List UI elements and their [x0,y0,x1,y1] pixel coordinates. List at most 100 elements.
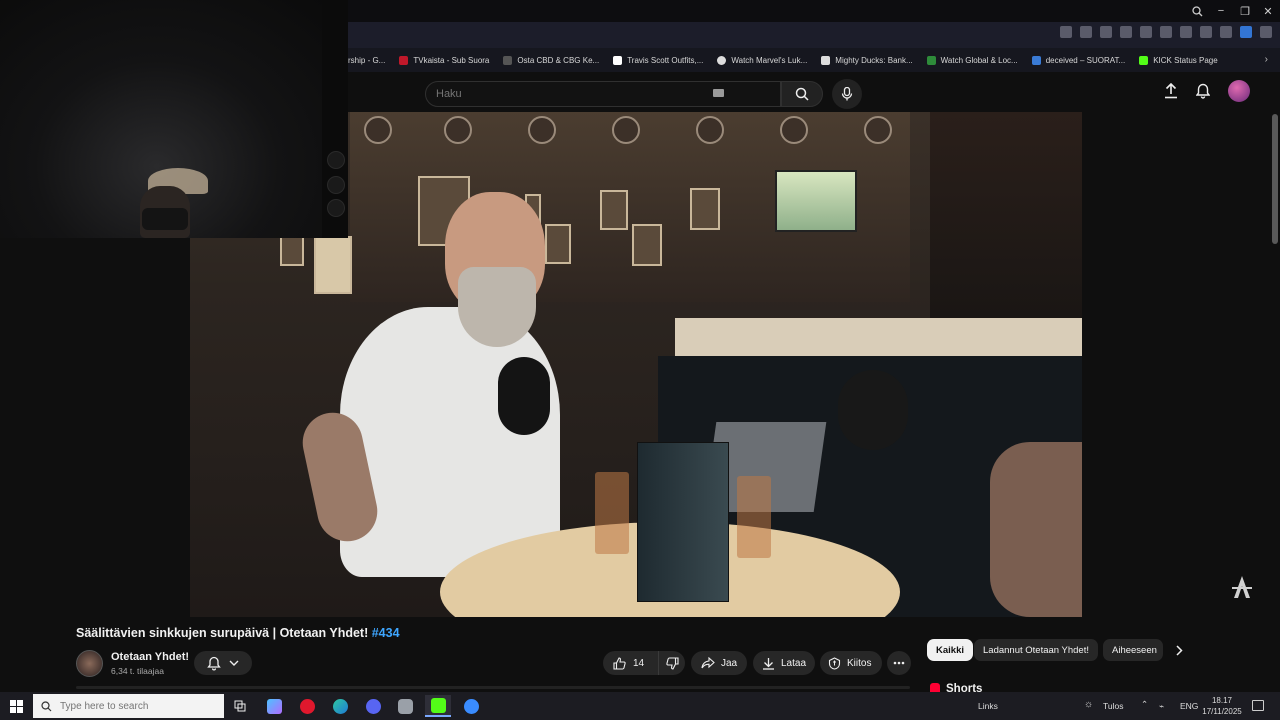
restore-button[interactable]: ❐ [1233,0,1257,22]
taskbar-app-edge[interactable] [327,695,353,717]
download-icon[interactable] [1180,26,1192,38]
search-box [425,81,781,107]
bookmark-item[interactable]: Mighty Ducks: Bank... [821,55,913,65]
network-icon[interactable]: ⌁ [1159,701,1164,712]
webcam-overlay [0,0,348,238]
chip-related[interactable]: Aiheeseen [1103,639,1163,661]
cube-icon[interactable] [1260,26,1272,38]
kick-icon [430,697,446,713]
chips-next-button[interactable] [1168,640,1190,660]
language-indicator[interactable]: ENG [1180,701,1198,711]
bookmark-item[interactable]: deceived – SUORAT... [1031,55,1125,65]
extension-icons [1060,26,1272,38]
bookmark-item[interactable]: Watch Marvel's Luk... [717,55,807,65]
channel-name[interactable]: Otetaan Yhdet! [111,651,189,663]
task-view-button[interactable] [227,695,253,717]
site-icon [717,55,727,65]
clock-time: 18.17 [1211,696,1233,705]
shield-icon [397,698,413,714]
notification-center-icon[interactable] [1252,700,1264,711]
channel-avatar[interactable] [76,650,103,677]
taskbar-clock[interactable]: 18.17 17/11/2025 [1200,695,1244,717]
subscriber-count: 6,34 t. tilaajaa [111,666,164,676]
upload-icon[interactable] [1164,83,1178,99]
search-icon[interactable] [1185,0,1209,22]
windows-taskbar: Links ☼ Tulos ⌃ ⌁ ENG 18.17 17/11/2025 [0,692,1280,720]
search-button[interactable] [781,81,823,107]
lock-icon[interactable] [1220,26,1232,38]
chip-uploaded-by[interactable]: Ladannut Otetaan Yhdet! [974,639,1098,661]
download-button[interactable]: Lataa [753,651,815,675]
chevron-right-icon[interactable]: › [1265,54,1268,65]
bookmark-item[interactable]: rship - G... [348,56,385,65]
microphone-icon [841,87,853,101]
video-title: Säälittävien sinkkujen surupäivä | Oteta… [76,626,400,640]
clock-date: 17/11/2025 [1202,707,1242,716]
links-toolbar[interactable]: Links [978,701,998,711]
bookmark-item[interactable]: Watch Global & Loc... [926,55,1018,65]
taskbar-search-input[interactable] [60,700,220,712]
subscribed-notifications-button[interactable] [194,651,252,675]
description-box-edge [76,686,910,689]
bookmarks-bar: rship - G... TVkaista - Sub Suora Osta C… [348,48,1280,72]
extension-icon[interactable] [1120,26,1132,38]
taskbar-app-shield[interactable] [392,695,418,717]
browser-toolbar [348,22,1280,48]
bookmark-item[interactable]: TVkaista - Sub Suora [399,55,489,65]
taskbar-app-opera[interactable] [294,695,320,717]
page-icon [613,55,623,65]
weather-label[interactable]: Tulos [1103,701,1123,711]
bookmark-item[interactable]: KICK Status Page [1139,55,1218,65]
watermark-logo-icon [1232,576,1252,598]
task-view-icon [234,700,246,712]
bookmark-item[interactable]: Osta CBD & CBG Ke... [503,55,599,65]
chevron-up-icon[interactable]: ⌃ [1141,699,1148,710]
opera-icon [299,698,315,714]
share-icon [701,657,715,669]
taskbar-app-browser[interactable] [458,695,484,717]
tvkaista-icon [399,55,409,65]
like-count: 14 [633,657,645,669]
edit-icon[interactable] [1060,26,1072,38]
voice-search-button[interactable] [832,79,862,109]
heart-icon[interactable] [1160,26,1172,38]
chevron-down-icon [229,660,239,666]
windows-logo-icon [9,699,23,713]
start-button[interactable] [0,692,32,720]
site-icon [821,55,831,65]
thumbs-down-icon [665,656,679,670]
bookmark-item[interactable]: Travis Scott Outfits,... [613,55,703,65]
dislike-button[interactable] [659,651,685,675]
translate-icon[interactable] [1240,26,1252,38]
close-button[interactable]: ✕ [1256,0,1280,22]
minimize-button[interactable]: − [1209,0,1233,22]
page-scrollbar[interactable] [1272,114,1278,244]
like-dislike-group: 14 [603,651,685,675]
hashtag-link[interactable]: #434 [372,626,400,640]
search-icon [41,700,52,711]
site-icon [926,55,936,65]
search-icon [795,87,809,101]
more-horizontal-icon [893,661,905,665]
menu-icon[interactable] [1200,26,1212,38]
like-button[interactable]: 14 [603,651,659,675]
keyboard-icon[interactable] [713,89,724,97]
youtube-header [348,72,1280,114]
shield-icon[interactable] [1100,26,1112,38]
more-actions-button[interactable] [887,651,911,675]
discord-icon [365,698,381,714]
taskbar-app-kick[interactable] [425,695,451,717]
widgets-icon [266,698,282,714]
thanks-button[interactable]: Kiitos [820,651,882,675]
camera-icon[interactable] [1080,26,1092,38]
chip-all[interactable]: Kaikki [927,639,973,661]
bell-icon[interactable] [1196,83,1210,99]
weather-icon[interactable]: ☼ [1084,699,1093,710]
edge-icon [332,698,348,714]
taskbar-app-widgets[interactable] [261,695,287,717]
account-avatar[interactable] [1228,80,1250,102]
search-input[interactable] [426,82,726,106]
play-icon[interactable] [1140,26,1152,38]
share-button[interactable]: Jaa [691,651,747,675]
taskbar-app-discord[interactable] [360,695,386,717]
